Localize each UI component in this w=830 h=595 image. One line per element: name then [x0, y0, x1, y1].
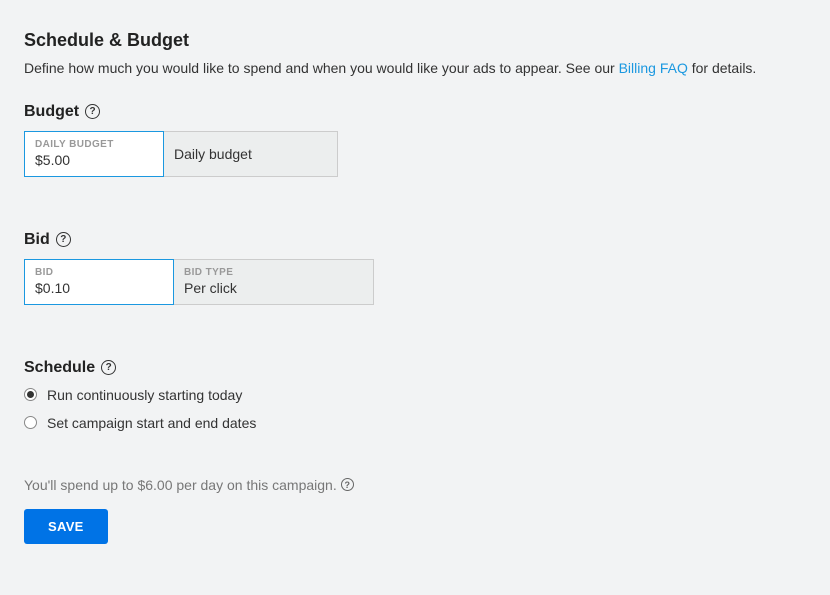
- budget-type-value: Daily budget: [174, 146, 327, 162]
- daily-budget-value: $5.00: [35, 152, 153, 168]
- bid-type-select[interactable]: BID TYPE Per click: [174, 259, 374, 305]
- radio-icon: [24, 388, 37, 401]
- bid-row: BID $0.10 BID TYPE Per click: [24, 259, 806, 305]
- help-icon[interactable]: ?: [56, 232, 71, 247]
- subtitle-post: for details.: [688, 60, 756, 76]
- schedule-option-label: Run continuously starting today: [47, 387, 242, 403]
- help-icon[interactable]: ?: [85, 104, 100, 119]
- billing-faq-link[interactable]: Billing FAQ: [619, 60, 688, 76]
- spend-summary: You'll spend up to $6.00 per day on this…: [24, 477, 806, 493]
- bid-heading: Bid: [24, 231, 50, 249]
- spend-summary-text: You'll spend up to $6.00 per day on this…: [24, 477, 337, 493]
- page-title: Schedule & Budget: [24, 30, 806, 51]
- bid-value: $0.10: [35, 280, 163, 296]
- radio-icon: [24, 416, 37, 429]
- bid-input[interactable]: BID $0.10: [24, 259, 174, 305]
- schedule-option-continuous[interactable]: Run continuously starting today: [24, 387, 806, 403]
- bid-type-label: BID TYPE: [184, 267, 363, 278]
- schedule-options: Run continuously starting today Set camp…: [24, 387, 806, 431]
- save-button[interactable]: SAVE: [24, 509, 108, 544]
- bid-type-value: Per click: [184, 280, 363, 296]
- budget-row: DAILY BUDGET $5.00 Daily budget: [24, 131, 806, 177]
- help-icon[interactable]: ?: [101, 360, 116, 375]
- budget-type-select[interactable]: Daily budget: [164, 131, 338, 177]
- page-subtitle: Define how much you would like to spend …: [24, 59, 806, 79]
- schedule-option-label: Set campaign start and end dates: [47, 415, 256, 431]
- help-icon[interactable]: ?: [341, 478, 354, 491]
- daily-budget-input[interactable]: DAILY BUDGET $5.00: [24, 131, 164, 177]
- daily-budget-label: DAILY BUDGET: [35, 139, 153, 150]
- subtitle-pre: Define how much you would like to spend …: [24, 60, 619, 76]
- schedule-option-set-dates[interactable]: Set campaign start and end dates: [24, 415, 806, 431]
- schedule-heading: Schedule: [24, 359, 95, 377]
- budget-heading: Budget: [24, 103, 79, 121]
- bid-label: BID: [35, 267, 163, 278]
